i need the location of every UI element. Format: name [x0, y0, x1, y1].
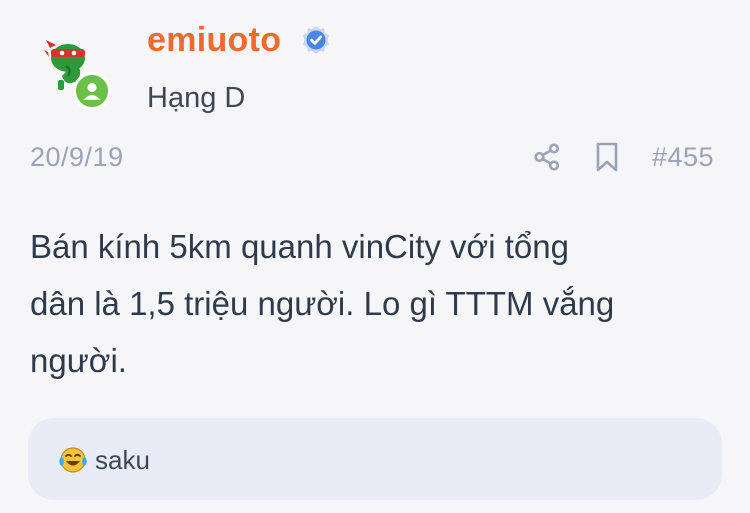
author-username[interactable]: emiuoto	[147, 21, 281, 60]
post-number[interactable]: #455	[652, 142, 714, 173]
author-rank: Hạng D	[147, 82, 246, 114]
online-user-badge-icon	[73, 72, 111, 110]
bookmark-icon[interactable]	[594, 141, 620, 173]
laughing-tears-emoji-icon	[59, 447, 87, 473]
post-date: 20/9/19	[30, 142, 124, 172]
verified-badge-icon	[303, 26, 329, 54]
reactions-bar[interactable]: saku	[28, 418, 722, 500]
post-content: Bán kính 5km quanh vinCity với tổng dân …	[30, 228, 615, 379]
share-icon[interactable]	[532, 142, 562, 172]
reaction-user-list: saku	[95, 445, 150, 475]
author-avatar[interactable]	[44, 36, 114, 110]
